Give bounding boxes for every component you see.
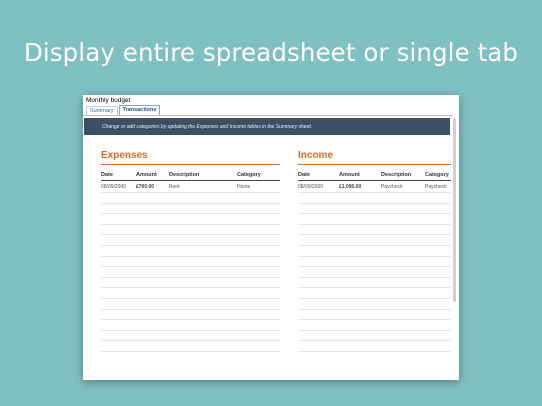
expenses-col-amount: Amount bbox=[136, 172, 157, 178]
spreadsheet-window: Monthly budget Summary Transactions Chan… bbox=[83, 95, 459, 380]
expenses-row-line bbox=[101, 287, 280, 289]
income-row-line bbox=[298, 213, 451, 215]
expenses-row-line bbox=[101, 266, 280, 268]
expenses-row-line bbox=[101, 351, 280, 352]
expenses-header-rule bbox=[101, 180, 280, 181]
income-col-amount: Amount bbox=[339, 172, 360, 178]
expenses-row-line bbox=[101, 234, 280, 236]
income-row-line bbox=[298, 266, 451, 268]
expenses-row-line bbox=[101, 298, 280, 299]
income-row-line bbox=[298, 223, 451, 225]
income-row-1-amount[interactable]: £1,090.00 bbox=[339, 184, 361, 190]
expenses-row-1-amount[interactable]: £700.00 bbox=[136, 184, 154, 190]
instruction-banner: Change or add categories by updating the… bbox=[84, 118, 450, 135]
income-row-1-category[interactable]: Paycheck bbox=[425, 184, 447, 190]
expenses-row-1-category[interactable]: Home bbox=[237, 184, 250, 190]
income-col-description: Description bbox=[381, 172, 412, 178]
income-row-line bbox=[298, 287, 451, 289]
expenses-row-line bbox=[101, 192, 280, 193]
income-row-line bbox=[298, 298, 451, 299]
income-row-line bbox=[298, 329, 451, 331]
income-header-rule bbox=[298, 180, 451, 181]
income-col-category: Category bbox=[425, 172, 449, 178]
income-row-line bbox=[298, 308, 451, 310]
income-title-rule bbox=[298, 164, 451, 165]
expenses-row-1-description[interactable]: Rent bbox=[169, 184, 180, 190]
expenses-row-line bbox=[101, 255, 280, 257]
expenses-row-line bbox=[101, 223, 280, 225]
workbook-title: Monthly budget bbox=[86, 97, 131, 104]
income-row-1-date[interactable]: 08/09/2000 bbox=[298, 184, 323, 190]
expenses-row-1-date[interactable]: 08/09/2000 bbox=[101, 184, 126, 190]
income-row-line bbox=[298, 351, 451, 352]
expenses-col-category: Category bbox=[237, 172, 261, 178]
income-row-line bbox=[298, 202, 451, 204]
expenses-row-line bbox=[101, 276, 280, 278]
expenses-row-line bbox=[101, 319, 280, 321]
expenses-row-line bbox=[101, 308, 280, 310]
expenses-col-date: Date bbox=[101, 172, 113, 178]
income-row-line bbox=[298, 234, 451, 236]
expenses-row-line bbox=[101, 202, 280, 204]
tab-summary[interactable]: Summary bbox=[86, 106, 118, 115]
sheet-area: Change or add categories by updating the… bbox=[83, 115, 453, 380]
expenses-title-rule bbox=[101, 164, 280, 165]
income-col-date: Date bbox=[298, 172, 310, 178]
income-row-line bbox=[298, 340, 451, 342]
vertical-scrollbar[interactable] bbox=[453, 118, 456, 302]
income-row-line bbox=[298, 255, 451, 257]
expenses-title: Expenses bbox=[101, 150, 148, 161]
sheet-tabs: Summary Transactions bbox=[86, 105, 161, 115]
income-row-line bbox=[298, 192, 451, 193]
banner-text: Change or add categories by updating the… bbox=[102, 124, 313, 130]
income-row-line bbox=[298, 276, 451, 278]
expenses-row-line bbox=[101, 213, 280, 215]
income-row-line bbox=[298, 245, 451, 246]
tab-transactions[interactable]: Transactions bbox=[118, 105, 161, 115]
expenses-row-line bbox=[101, 245, 280, 246]
headline: Display entire spreadsheet or single tab bbox=[23, 38, 519, 67]
expenses-row-line bbox=[101, 329, 280, 331]
expenses-col-description: Description bbox=[169, 172, 200, 178]
income-title: Income bbox=[298, 150, 334, 161]
expenses-row-line bbox=[101, 340, 280, 342]
income-row-1-description[interactable]: Paycheck bbox=[381, 184, 403, 190]
income-row-line bbox=[298, 319, 451, 321]
